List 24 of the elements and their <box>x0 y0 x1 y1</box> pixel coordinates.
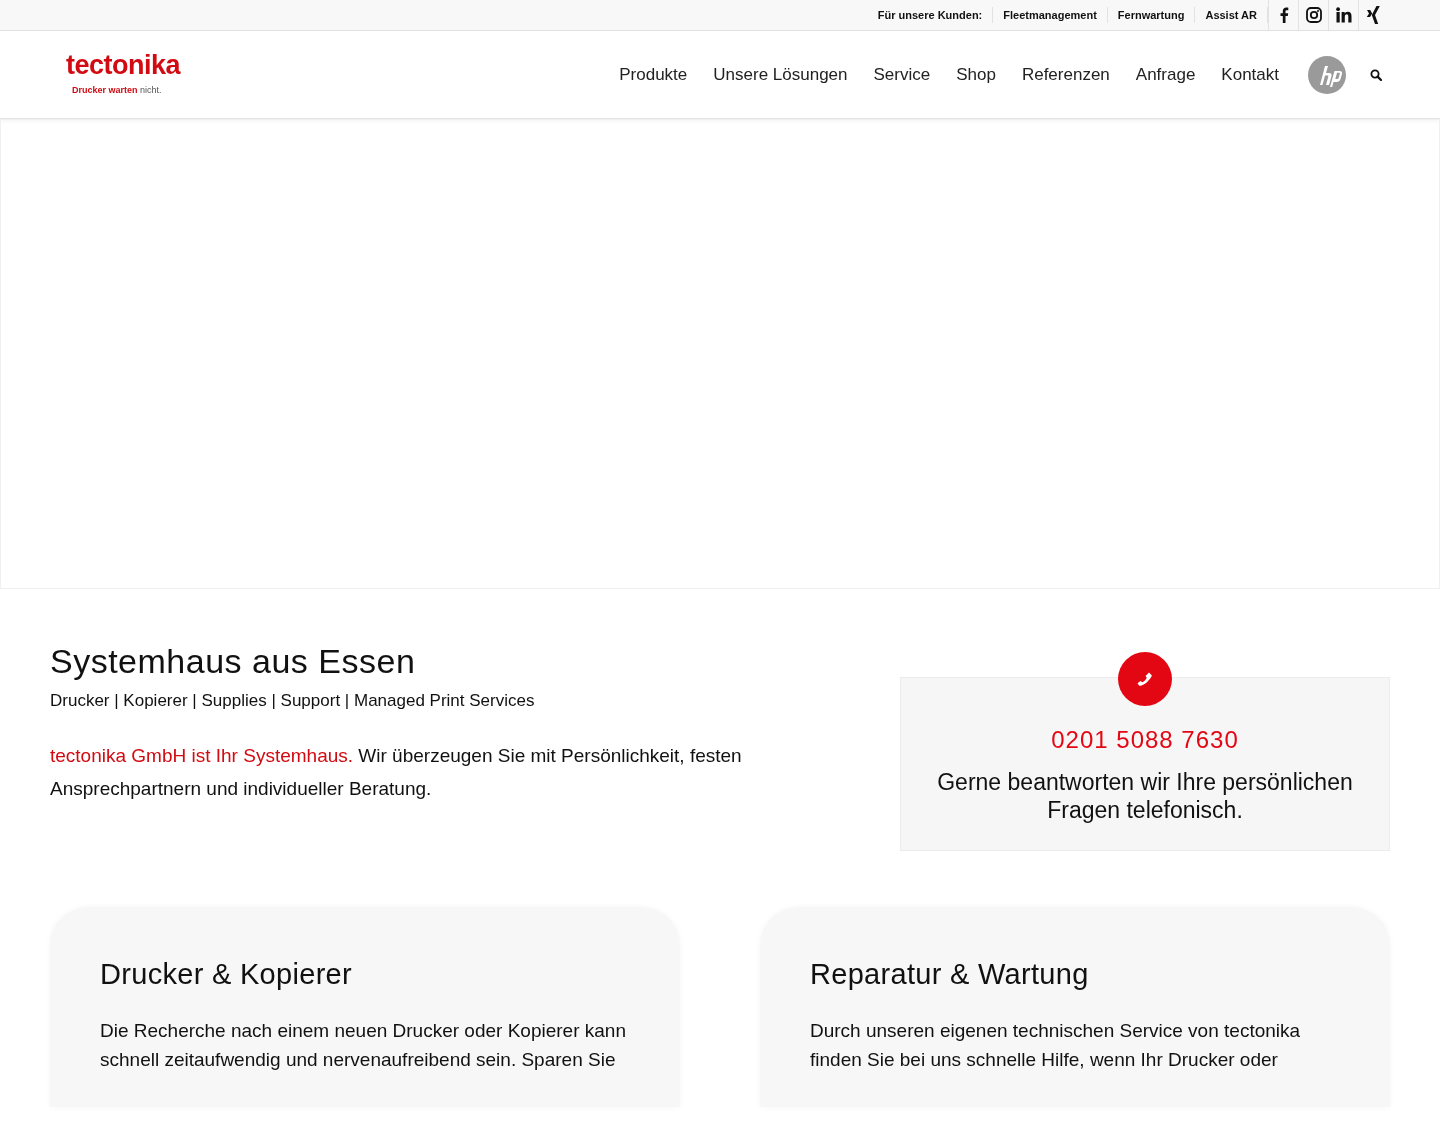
topbar-link[interactable]: Assist AR <box>1195 6 1268 24</box>
nav-link[interactable]: Kontakt <box>1208 61 1292 88</box>
card-text: Die Recherche nach einem neuen Drucker oder Kopierer kann schnell zeitaufwendig und nervenaufreibend sein. Sparen Sie <box>100 1018 627 1072</box>
nav-link[interactable]: Service <box>860 61 944 88</box>
phone-text: Gerne beantworten wir Ihre persönlichen Fragen telefonisch. <box>936 768 1354 824</box>
nav-link[interactable]: Produkte <box>606 61 701 88</box>
section-subtitle: Drucker | Kopierer | Supplies | Support | Managed Print Services <box>50 689 536 712</box>
nav-link[interactable]: Referenzen <box>1008 61 1123 88</box>
card-text: Durch unseren eigenen technischen Service von tectonika finden Sie bei uns schnelle Hilfe, wenn Ihr Drucker oder <box>810 1018 1302 1072</box>
customers-label: Für unsere Kunden: <box>867 6 994 24</box>
nav-link[interactable]: Shop <box>943 61 1009 88</box>
topbar-link[interactable]: Fernwartung <box>1107 6 1196 24</box>
partner-logo-icon[interactable] <box>1308 55 1346 94</box>
topbar-link[interactable]: Fleetmanagement <box>993 6 1108 24</box>
phone-number[interactable]: 0201 5088 7630 <box>921 722 1369 758</box>
section-title: Systemhaus aus Essen <box>50 641 417 682</box>
card-title: Reparatur & Wartung <box>810 957 1090 992</box>
search-icon[interactable] <box>1370 68 1382 81</box>
intro-link[interactable]: tectonika GmbH ist Ihr Systemhaus. <box>50 745 354 767</box>
company-logo[interactable]: tectonika Drucker warten nicht. <box>58 51 223 98</box>
nav-link[interactable]: Unsere Lösungen <box>700 61 861 88</box>
intro-paragraph: tectonika GmbH ist Ihr Systemhaus. Wir überzeugen Sie mit Persönlichkeit, festen Ansprechpartnern und individueller Beratung. <box>50 744 743 802</box>
card-title: Drucker & Kopierer <box>100 957 353 992</box>
nav-link[interactable]: Anfrage <box>1122 61 1209 88</box>
